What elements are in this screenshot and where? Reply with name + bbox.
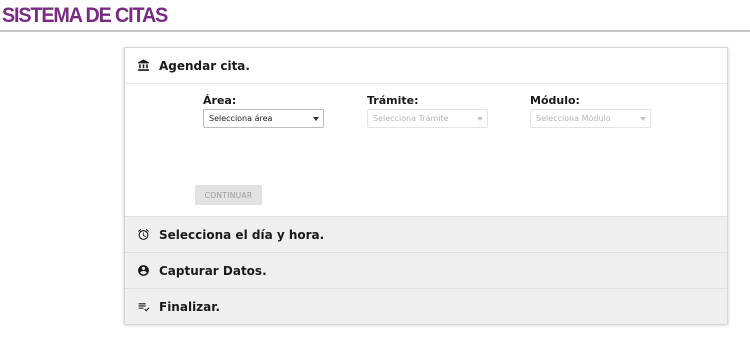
area-select[interactable]: Selecciona área (203, 109, 324, 128)
step-agendar-cita[interactable]: Agendar cita. (125, 48, 727, 84)
chevron-down-icon (640, 117, 646, 121)
area-select-value: Selecciona área (209, 114, 273, 123)
step-label: Agendar cita. (159, 58, 250, 73)
app-title: SISTEMA DE CITAS (2, 4, 168, 27)
step-finalizar[interactable]: Finalizar. (125, 288, 727, 324)
alarm-clock-icon (136, 228, 150, 242)
area-label: Área: (203, 94, 237, 107)
continue-button[interactable]: CONTINUAR (195, 185, 262, 205)
tramite-select-value: Selecciona Trámite (373, 114, 449, 123)
tramite-select[interactable]: Selecciona Trámite (367, 109, 488, 128)
playlist-check-icon (136, 300, 150, 314)
step-capturar-datos[interactable]: Capturar Datos. (125, 252, 727, 288)
account-circle-icon (136, 264, 150, 278)
chevron-down-icon (477, 117, 483, 121)
step-label: Selecciona el día y hora. (159, 227, 325, 242)
step-dia-hora[interactable]: Selecciona el día y hora. (125, 216, 727, 252)
step-label: Capturar Datos. (159, 263, 267, 278)
bank-icon (136, 59, 150, 73)
step-label: Finalizar. (159, 299, 221, 314)
modulo-select[interactable]: Selecciona Módulo (530, 109, 651, 128)
tramite-label: Trámite: (367, 94, 419, 107)
modulo-label: Módulo: (530, 94, 580, 107)
appointment-stepper: Agendar cita. Área: Selecciona área Trám… (124, 47, 728, 324)
modulo-select-value: Selecciona Módulo (536, 114, 611, 123)
chevron-down-icon (313, 117, 319, 121)
header-bar: SISTEMA DE CITAS (0, 0, 750, 32)
